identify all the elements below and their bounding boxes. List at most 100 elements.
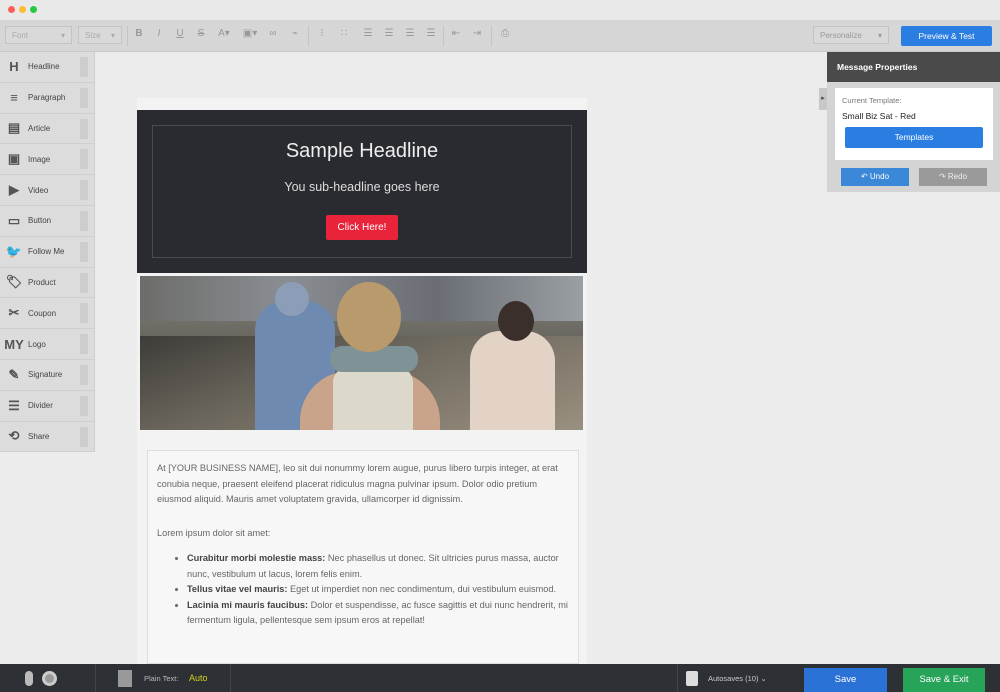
- sidebar-item-product[interactable]: 🏷 Product: [0, 268, 94, 299]
- align-center-icon[interactable]: ☰: [382, 28, 396, 39]
- sidebar-item-image[interactable]: ▣ Image: [0, 144, 94, 176]
- undo-button[interactable]: ↶ Undo: [841, 168, 909, 186]
- strikethrough-icon[interactable]: S: [194, 28, 208, 39]
- sidebar-item-logo[interactable]: MY Logo: [0, 329, 94, 360]
- save-exit-button[interactable]: Save & Exit: [903, 668, 985, 692]
- bullet-list: Curabitur morbi molestie mass: Nec phase…: [187, 551, 569, 629]
- sidebar-item-follow-me[interactable]: 🐦 Follow Me: [0, 237, 94, 268]
- sidebar-item-label: Product: [28, 277, 56, 287]
- person-head: [337, 282, 401, 352]
- link-icon[interactable]: ∞: [266, 28, 280, 39]
- video-icon: ▶: [9, 182, 19, 198]
- share-icon: ⟲: [8, 428, 20, 444]
- sidebar-item-label: Article: [28, 123, 51, 133]
- sidebar-item-share[interactable]: ⟲ Share: [0, 422, 94, 453]
- minimize-window-button[interactable]: [19, 6, 26, 13]
- subheadline[interactable]: You sub-headline goes here: [153, 180, 571, 194]
- sidebar-item-label: Image: [28, 154, 51, 164]
- drag-handle[interactable]: [80, 149, 88, 170]
- headline-icon: H: [9, 59, 19, 75]
- autosaves-dropdown[interactable]: Autosaves (10) ⌄: [708, 674, 767, 683]
- settings-icon[interactable]: [42, 671, 57, 686]
- sidebar-item-label: Logo: [28, 339, 46, 349]
- logo-icon: MY: [4, 336, 24, 352]
- maximize-window-button[interactable]: [30, 6, 37, 13]
- plain-text-value[interactable]: Auto: [189, 673, 208, 683]
- sidebar-item-article[interactable]: ▤ Article: [0, 114, 94, 145]
- drag-handle[interactable]: [80, 87, 88, 108]
- outdent-icon[interactable]: ⇤: [449, 28, 463, 39]
- format-toolbar: Font ▾ Size ▾ B I U S A▾ ▣▾ ∞ ⌁ ⁝ ∷ ☰ ☰ ☰ …: [0, 20, 1000, 52]
- sidebar-item-headline[interactable]: H Headline: [0, 52, 94, 83]
- unlink-icon[interactable]: ⌁: [288, 28, 302, 39]
- sidebar-item-label: Divider: [28, 401, 53, 411]
- drag-handle[interactable]: [80, 241, 88, 262]
- font-select-label: Font: [12, 31, 29, 40]
- drag-handle[interactable]: [80, 118, 88, 139]
- bold-icon[interactable]: B: [132, 28, 146, 39]
- sidebar-item-label: Signature: [28, 370, 63, 380]
- redo-label: Redo: [947, 172, 968, 181]
- lead-paragraph: Lorem ipsum dolor sit amet:: [157, 527, 271, 538]
- panel-title: Message Properties: [827, 52, 1000, 82]
- intro-paragraph: At [YOUR BUSINESS NAME], leo sit dui non…: [157, 463, 558, 504]
- message-properties-panel: Message Properties ▸ Current Template: S…: [819, 52, 1000, 192]
- sidebar-item-coupon[interactable]: ✂ Coupon: [0, 298, 94, 330]
- title-bar: [0, 0, 1000, 20]
- italic-icon[interactable]: I: [152, 28, 166, 39]
- drag-handle[interactable]: [80, 272, 88, 293]
- clear-format-icon[interactable]: ⎙: [498, 28, 512, 39]
- backpack: [333, 368, 413, 430]
- drag-handle[interactable]: [80, 57, 88, 77]
- cta-button[interactable]: Click Here!: [325, 215, 399, 240]
- bottom-bar: Plain Text: Auto Autosaves (10) ⌄ Save S…: [0, 664, 1000, 692]
- current-template-name: Small Biz Sat - Red: [842, 111, 916, 121]
- align-right-icon[interactable]: ☰: [403, 28, 417, 39]
- list-item: Lacinia mi mauris faucibus: Dolor et sus…: [187, 598, 569, 629]
- font-color-icon[interactable]: A▾: [214, 28, 234, 39]
- bullet-text: Eget ut imperdiet non nec condimentum, d…: [290, 584, 557, 594]
- sidebar-item-paragraph[interactable]: ≡ Paragraph: [0, 83, 94, 114]
- justify-icon[interactable]: ☰: [424, 28, 438, 39]
- sidebar-item-divider[interactable]: ☰ Divider: [0, 391, 94, 422]
- hero-image[interactable]: [140, 276, 583, 430]
- ordered-list-icon[interactable]: ⁝: [315, 28, 329, 39]
- close-window-button[interactable]: [8, 6, 15, 13]
- divider: [308, 26, 309, 46]
- drag-handle[interactable]: [80, 334, 88, 355]
- font-select[interactable]: Font ▾: [5, 26, 72, 44]
- drag-handle[interactable]: [80, 426, 88, 447]
- save-button[interactable]: Save: [804, 668, 887, 692]
- undo-icon: ↶: [860, 172, 870, 181]
- sidebar-item-button[interactable]: ▭ Button: [0, 206, 94, 237]
- content-blocks-sidebar: H Headline ≡ Paragraph ▤ Article ▣ Image ▶ Video ▭…: [0, 52, 95, 453]
- attachment-icon[interactable]: [25, 671, 33, 686]
- unordered-list-icon[interactable]: ∷: [337, 28, 351, 39]
- sidebar-item-label: Headline: [28, 62, 60, 72]
- text-block[interactable]: At [YOUR BUSINESS NAME], leo sit dui non…: [147, 450, 579, 664]
- redo-icon: ↷: [938, 172, 948, 181]
- preview-test-button[interactable]: Preview & Test: [901, 26, 992, 46]
- sidebar-item-video[interactable]: ▶ Video: [0, 175, 94, 206]
- templates-button[interactable]: Templates: [845, 127, 983, 148]
- save-disk-icon: [686, 671, 698, 686]
- personalize-select[interactable]: Personalize ▾: [813, 26, 889, 44]
- highlight-color-icon[interactable]: ▣▾: [240, 28, 260, 39]
- underline-icon[interactable]: U: [173, 28, 187, 39]
- headline[interactable]: Sample Headline: [153, 140, 571, 163]
- drag-handle[interactable]: [80, 364, 88, 385]
- size-select[interactable]: Size ▾: [78, 26, 122, 44]
- plain-text-label: Plain Text:: [144, 674, 179, 683]
- indent-icon[interactable]: ⇥: [470, 28, 484, 39]
- sidebar-item-signature[interactable]: ✎ Signature: [0, 360, 94, 391]
- headline-block[interactable]: Sample Headline You sub-headline goes he…: [137, 110, 587, 273]
- collapse-panel-icon[interactable]: ▸: [819, 88, 827, 110]
- align-left-icon[interactable]: ☰: [361, 28, 375, 39]
- redo-button[interactable]: ↷ Redo: [919, 168, 987, 186]
- list-item: Curabitur morbi molestie mass: Nec phase…: [187, 551, 569, 582]
- drag-handle[interactable]: [80, 180, 88, 201]
- drag-handle[interactable]: [80, 303, 88, 324]
- drag-handle[interactable]: [80, 395, 88, 416]
- drag-handle[interactable]: [80, 210, 88, 231]
- plain-text-icon[interactable]: [118, 670, 132, 687]
